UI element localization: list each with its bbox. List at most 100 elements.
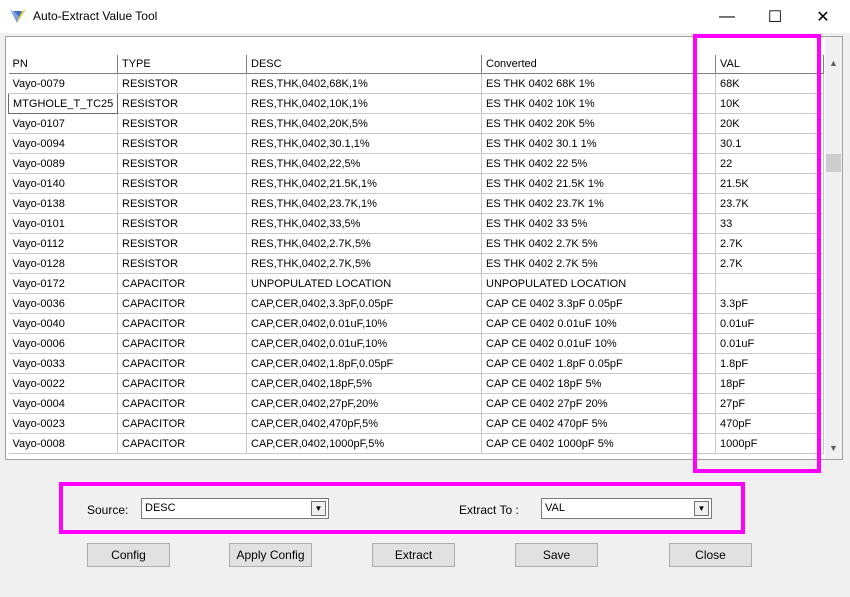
type-cell[interactable]: RESISTOR — [117, 113, 247, 134]
converted-cell[interactable]: CAP CE 0402 470pF 5% — [481, 413, 716, 434]
pn-cell[interactable]: Vayo-0004 — [8, 393, 118, 414]
app-icon — [10, 9, 26, 23]
desc-cell[interactable]: CAP,CER,0402,470pF,5% — [246, 413, 482, 434]
type-cell[interactable]: RESISTOR — [117, 173, 247, 194]
type-cell[interactable]: CAPACITOR — [117, 353, 247, 374]
type-cell[interactable]: RESISTOR — [117, 153, 247, 174]
pn-cell[interactable]: MTGHOLE_T_TC25 — [8, 93, 118, 114]
column-header-converted[interactable]: Converted — [481, 55, 716, 74]
converted-cell[interactable]: CAP CE 0402 27pF 20% — [481, 393, 716, 414]
scroll-down-icon[interactable]: ▼ — [825, 440, 842, 457]
pn-cell[interactable]: Vayo-0089 — [8, 153, 118, 174]
pn-cell[interactable]: Vayo-0036 — [8, 293, 118, 314]
desc-cell[interactable]: RES,THK,0402,2.7K,5% — [246, 233, 482, 254]
pn-cell[interactable]: Vayo-0138 — [8, 193, 118, 214]
type-cell[interactable]: CAPACITOR — [117, 413, 247, 434]
converted-cell[interactable]: UNPOPULATED LOCATION — [481, 273, 716, 294]
vertical-scrollbar[interactable]: ▲ ▼ — [825, 37, 842, 459]
converted-cell[interactable]: CAP CE 0402 3.3pF 0.05pF — [481, 293, 716, 314]
type-cell[interactable]: CAPACITOR — [117, 293, 247, 314]
desc-cell[interactable]: CAP,CER,0402,1000pF,5% — [246, 433, 482, 454]
scroll-thumb[interactable] — [826, 154, 841, 172]
scroll-up-icon[interactable]: ▲ — [825, 55, 842, 72]
type-cell[interactable]: CAPACITOR — [117, 373, 247, 394]
desc-cell[interactable]: RES,THK,0402,2.7K,5% — [246, 253, 482, 274]
desc-cell[interactable]: CAP,CER,0402,1.8pF,0.05pF — [246, 353, 482, 374]
pn-cell[interactable]: Vayo-0033 — [8, 353, 118, 374]
desc-cell[interactable]: CAP,CER,0402,0.01uF,10% — [246, 333, 482, 354]
maximize-button[interactable]: ☐ — [752, 0, 798, 33]
minimize-button[interactable]: — — [704, 0, 750, 33]
pn-cell[interactable]: Vayo-0107 — [8, 113, 118, 134]
desc-cell[interactable]: RES,THK,0402,20K,5% — [246, 113, 482, 134]
type-cell[interactable]: RESISTOR — [117, 253, 247, 274]
converted-cell[interactable]: CAP CE 0402 18pF 5% — [481, 373, 716, 394]
converted-cell[interactable]: ES THK 0402 2.7K 5% — [481, 253, 716, 274]
title-bar: Auto-Extract Value Tool — ☐ ✕ — [0, 0, 850, 33]
extract-to-dropdown[interactable]: VAL ▼ — [541, 498, 712, 519]
pn-cell[interactable]: Vayo-0079 — [8, 73, 118, 94]
chevron-down-icon[interactable]: ▼ — [694, 501, 709, 516]
type-cell[interactable]: CAPACITOR — [117, 433, 247, 454]
save-button[interactable]: Save — [515, 543, 598, 567]
config-button[interactable]: Config — [87, 543, 170, 567]
chevron-down-icon[interactable]: ▼ — [311, 501, 326, 516]
desc-cell[interactable]: RES,THK,0402,30.1,1% — [246, 133, 482, 154]
type-cell[interactable]: RESISTOR — [117, 93, 247, 114]
type-cell[interactable]: CAPACITOR — [117, 393, 247, 414]
column-header-type[interactable]: TYPE — [117, 55, 247, 74]
maximize-icon: ☐ — [767, 8, 783, 26]
type-cell[interactable]: RESISTOR — [117, 233, 247, 254]
pn-cell[interactable]: Vayo-0023 — [8, 413, 118, 434]
converted-cell[interactable]: CAP CE 0402 0.01uF 10% — [481, 333, 716, 354]
converted-cell[interactable]: ES THK 0402 23.7K 1% — [481, 193, 716, 214]
pn-cell[interactable]: Vayo-0112 — [8, 233, 118, 254]
desc-cell[interactable]: CAP,CER,0402,18pF,5% — [246, 373, 482, 394]
desc-cell[interactable]: CAP,CER,0402,27pF,20% — [246, 393, 482, 414]
converted-cell[interactable]: ES THK 0402 21.5K 1% — [481, 173, 716, 194]
pn-cell[interactable]: Vayo-0040 — [8, 313, 118, 334]
desc-cell[interactable]: CAP,CER,0402,0.01uF,10% — [246, 313, 482, 334]
close-window-button[interactable]: ✕ — [800, 0, 846, 33]
extract-to-value: VAL — [545, 502, 565, 514]
pn-cell[interactable]: Vayo-0006 — [8, 333, 118, 354]
converted-cell[interactable]: ES THK 0402 10K 1% — [481, 93, 716, 114]
pn-cell[interactable]: Vayo-0094 — [8, 133, 118, 154]
type-cell[interactable]: RESISTOR — [117, 133, 247, 154]
converted-cell[interactable]: ES THK 0402 22 5% — [481, 153, 716, 174]
converted-cell[interactable]: ES THK 0402 33 5% — [481, 213, 716, 234]
pn-cell[interactable]: Vayo-0022 — [8, 373, 118, 394]
pn-cell[interactable]: Vayo-0128 — [8, 253, 118, 274]
apply-config-button[interactable]: Apply Config — [229, 543, 312, 567]
extract-button[interactable]: Extract — [372, 543, 455, 567]
column-header-pn[interactable]: PN — [8, 55, 118, 74]
column-header-desc[interactable]: DESC — [246, 55, 482, 74]
pn-cell[interactable]: Vayo-0172 — [8, 273, 118, 294]
desc-cell[interactable]: RES,THK,0402,21.5K,1% — [246, 173, 482, 194]
converted-cell[interactable]: ES THK 0402 2.7K 5% — [481, 233, 716, 254]
converted-cell[interactable]: ES THK 0402 30.1 1% — [481, 133, 716, 154]
type-cell[interactable]: RESISTOR — [117, 193, 247, 214]
converted-cell[interactable]: CAP CE 0402 0.01uF 10% — [481, 313, 716, 334]
converted-cell[interactable]: ES THK 0402 20K 5% — [481, 113, 716, 134]
close-button[interactable]: Close — [669, 543, 752, 567]
type-cell[interactable]: CAPACITOR — [117, 273, 247, 294]
type-cell[interactable]: CAPACITOR — [117, 313, 247, 334]
pn-cell[interactable]: Vayo-0140 — [8, 173, 118, 194]
desc-cell[interactable]: CAP,CER,0402,3.3pF,0.05pF — [246, 293, 482, 314]
desc-cell[interactable]: RES,THK,0402,23.7K,1% — [246, 193, 482, 214]
converted-cell[interactable]: CAP CE 0402 1.8pF 0.05pF — [481, 353, 716, 374]
type-cell[interactable]: RESISTOR — [117, 213, 247, 234]
desc-cell[interactable]: RES,THK,0402,68K,1% — [246, 73, 482, 94]
converted-cell[interactable]: ES THK 0402 68K 1% — [481, 73, 716, 94]
desc-cell[interactable]: UNPOPULATED LOCATION — [246, 273, 482, 294]
pn-cell[interactable]: Vayo-0101 — [8, 213, 118, 234]
desc-cell[interactable]: RES,THK,0402,33,5% — [246, 213, 482, 234]
pn-cell[interactable]: Vayo-0008 — [8, 433, 118, 454]
desc-cell[interactable]: RES,THK,0402,10K,1% — [246, 93, 482, 114]
type-cell[interactable]: RESISTOR — [117, 73, 247, 94]
converted-cell[interactable]: CAP CE 0402 1000pF 5% — [481, 433, 716, 454]
source-dropdown[interactable]: DESC ▼ — [141, 498, 329, 519]
type-cell[interactable]: CAPACITOR — [117, 333, 247, 354]
desc-cell[interactable]: RES,THK,0402,22,5% — [246, 153, 482, 174]
